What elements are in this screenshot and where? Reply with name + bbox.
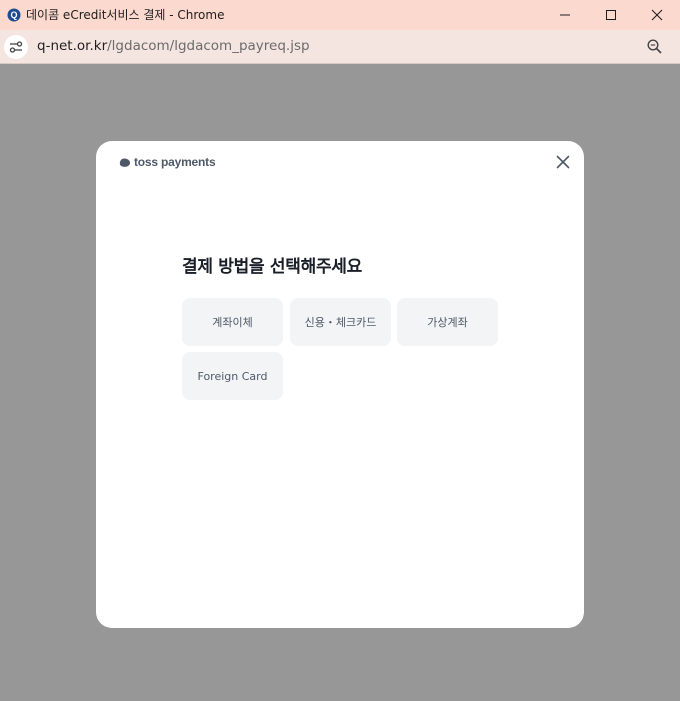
window-title-bar: Q 데이콤 eCredit서비스 결제 - Chrome xyxy=(0,0,680,30)
window-close-button[interactable] xyxy=(634,0,680,30)
close-icon xyxy=(651,9,663,21)
site-info-button[interactable] xyxy=(4,35,28,59)
toss-payments-logo: toss payments xyxy=(119,155,216,169)
maximize-icon xyxy=(606,10,616,20)
toss-logo-icon xyxy=(119,157,131,167)
minimize-button[interactable] xyxy=(542,0,588,30)
address-bar: q-net.or.kr/lgdacom/lgdacom_payreq.jsp xyxy=(0,30,680,64)
bank-transfer-button[interactable]: 계좌이체 xyxy=(182,298,283,346)
maximize-button[interactable] xyxy=(588,0,634,30)
foreign-card-button[interactable]: Foreign Card xyxy=(182,352,283,400)
dialog-close-button[interactable] xyxy=(555,154,571,170)
url-path: /lgdacom/lgdacom_payreq.jsp xyxy=(107,38,310,54)
close-icon xyxy=(556,155,570,169)
q-net-favicon-icon: Q xyxy=(6,7,22,23)
logo-text: toss payments xyxy=(134,155,216,169)
dialog-heading: 결제 방법을 선택해주세요 xyxy=(182,257,362,277)
url-host: q-net.or.kr xyxy=(37,38,108,54)
payment-dialog: toss payments 결제 방법을 선택해주세요 계좌이체 신용・체크카드… xyxy=(96,141,584,628)
window-title: 데이콤 eCredit서비스 결제 - Chrome xyxy=(26,8,225,22)
zoom-icon xyxy=(647,39,662,54)
credit-check-card-button[interactable]: 신용・체크카드 xyxy=(290,298,391,346)
url-text[interactable]: q-net.or.kr/lgdacom/lgdacom_payreq.jsp xyxy=(37,30,310,63)
minimize-icon xyxy=(560,14,570,16)
site-info-icon xyxy=(9,41,23,53)
svg-text:Q: Q xyxy=(10,10,17,20)
zoom-button[interactable] xyxy=(646,38,664,56)
virtual-account-button[interactable]: 가상계좌 xyxy=(397,298,498,346)
